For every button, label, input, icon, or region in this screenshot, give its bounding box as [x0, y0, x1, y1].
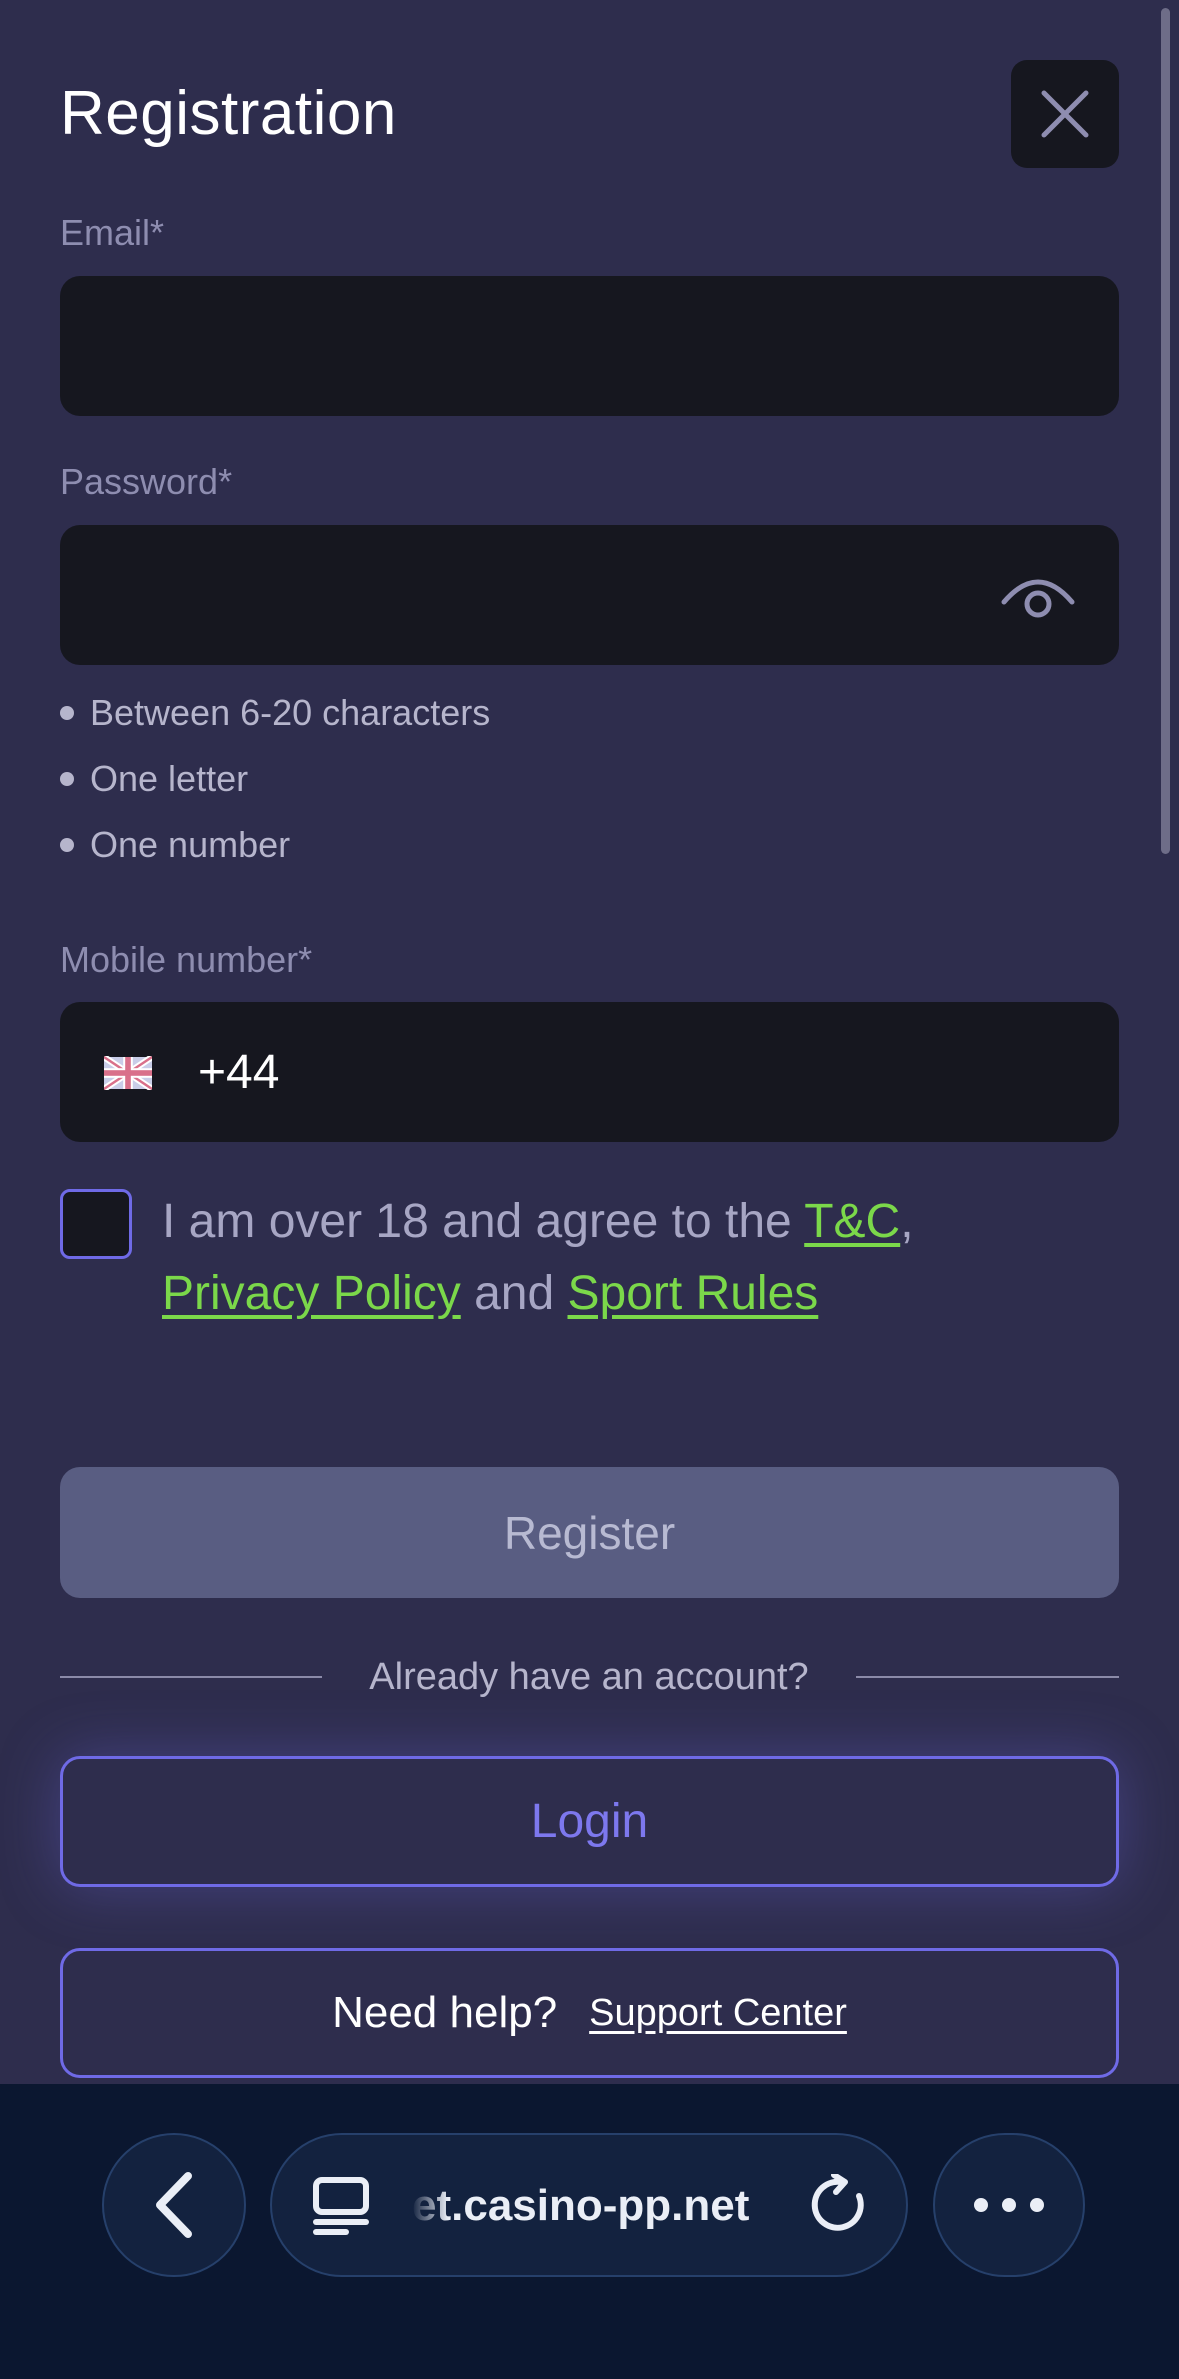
url-text: et.casino-pp.net — [412, 2181, 750, 2230]
more-icon — [1030, 2198, 1044, 2212]
password-field[interactable] — [60, 525, 1119, 665]
need-help-text: Need help? — [332, 1988, 558, 2037]
support-center-link[interactable]: Support Center — [589, 1992, 847, 2035]
agree-comma: , — [900, 1195, 914, 1248]
password-rule-text: Between 6-20 characters — [90, 692, 491, 733]
password-label: Password* — [60, 461, 233, 502]
password-rule-text: One number — [90, 824, 291, 865]
bullet-icon — [60, 706, 74, 720]
bullet-icon — [60, 838, 74, 852]
agree-and: and — [460, 1267, 568, 1320]
password-rule: Between 6-20 characters — [60, 691, 490, 735]
browser-more-button[interactable] — [933, 2133, 1085, 2277]
more-icon — [974, 2198, 988, 2212]
divider-right — [856, 1676, 1119, 1678]
mobile-label: Mobile number* — [60, 939, 313, 980]
scrollbar[interactable] — [1161, 8, 1170, 854]
age-terms-checkbox[interactable] — [60, 1189, 132, 1259]
email-field[interactable] — [60, 276, 1119, 416]
sport-rules-link[interactable]: Sport Rules — [568, 1267, 819, 1320]
tabs-icon[interactable] — [312, 2176, 370, 2236]
terms-link[interactable]: T&C — [804, 1195, 900, 1248]
more-icon — [1002, 2198, 1016, 2212]
browser-back-button[interactable] — [102, 2133, 246, 2277]
agree-text: I am over 18 and agree to the — [162, 1195, 805, 1248]
login-button[interactable]: Login — [60, 1756, 1119, 1887]
already-account-text: Already have an account? — [369, 1656, 809, 1698]
page-title: Registration — [60, 79, 397, 148]
bullet-icon — [60, 772, 74, 786]
register-button[interactable]: Register — [60, 1467, 1119, 1598]
terms-agreement-text: I am over 18 and agree to the T&C, Privac… — [162, 1186, 1092, 1330]
password-rule-text: One letter — [90, 758, 249, 799]
uk-flag-icon[interactable] — [104, 1056, 152, 1090]
close-button[interactable] — [1011, 60, 1119, 168]
eye-icon[interactable] — [1000, 568, 1076, 618]
privacy-policy-link[interactable]: Privacy Policy — [162, 1267, 461, 1320]
back-icon — [156, 2172, 192, 2238]
divider-left — [60, 1676, 322, 1678]
reload-icon[interactable] — [808, 2174, 870, 2236]
help-box: Need help? Support Center — [60, 1948, 1119, 2078]
url-fade — [412, 2178, 448, 2234]
phone-prefix: +44 — [198, 1046, 280, 1099]
close-icon — [1041, 90, 1089, 138]
password-rule: One number — [60, 823, 290, 867]
password-rule: One letter — [60, 757, 248, 801]
email-label: Email* — [60, 212, 165, 253]
